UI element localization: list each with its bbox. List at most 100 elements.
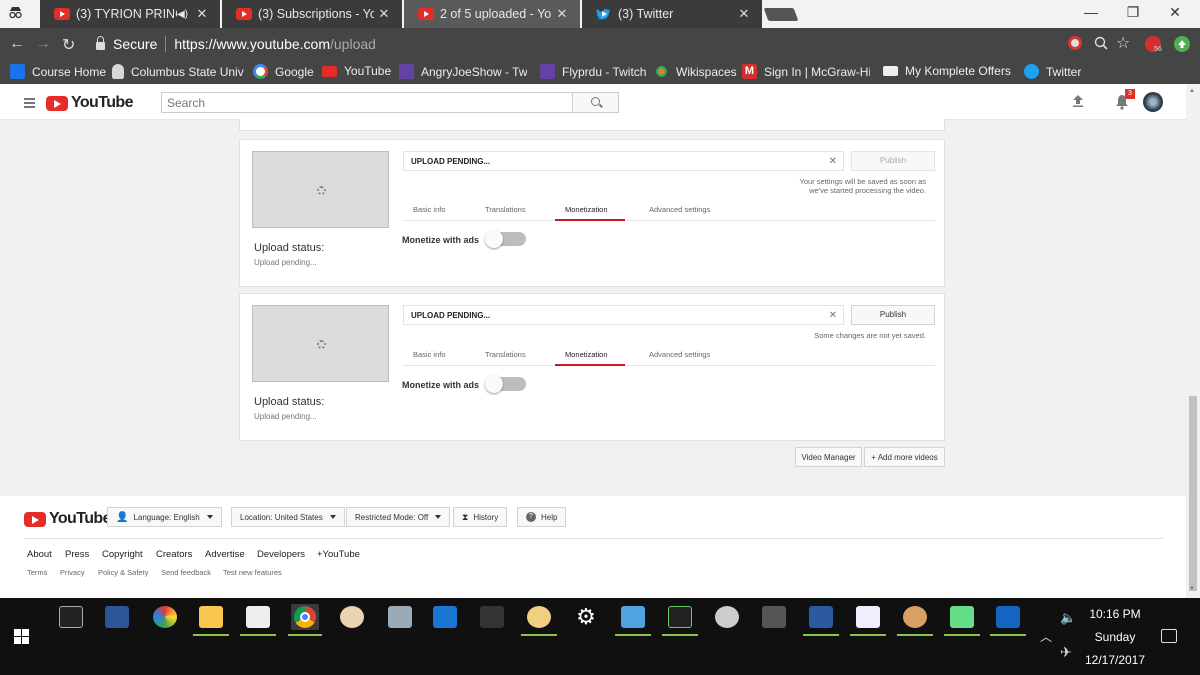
youtube-logo[interactable]: YouTube bbox=[46, 94, 133, 112]
video-title-field[interactable]: UPLOAD PENDING... ✕ bbox=[403, 305, 844, 325]
photos-app-icon[interactable] bbox=[388, 606, 412, 628]
video-title-field[interactable]: UPLOAD PENDING... ✕ bbox=[403, 151, 844, 171]
youtube-logo[interactable]: YouTube bbox=[24, 510, 111, 528]
bookmark-angryjoeshow[interactable]: AngryJoeShow - Twit bbox=[399, 64, 527, 79]
clock-app-icon[interactable] bbox=[527, 606, 551, 628]
help-button[interactable]: ? Help bbox=[517, 507, 567, 527]
zoom-icon[interactable] bbox=[1094, 36, 1110, 52]
menu-icon[interactable] bbox=[24, 98, 35, 110]
publish-button[interactable]: Publish bbox=[851, 305, 935, 325]
footer-link-developers[interactable]: Developers bbox=[257, 549, 305, 560]
bookmark-star-icon[interactable]: ☆ bbox=[1116, 33, 1132, 52]
avatar[interactable] bbox=[1143, 92, 1163, 112]
bookmark-course-home[interactable]: Course Home bbox=[10, 64, 106, 79]
close-tab-icon[interactable]: ✕ bbox=[552, 6, 572, 22]
monitor-app-icon[interactable] bbox=[621, 606, 645, 628]
restore-icon[interactable]: ❐ bbox=[1122, 4, 1144, 21]
tab-translations[interactable]: Translations bbox=[485, 350, 526, 359]
bookmark-youtube[interactable]: YouTube bbox=[322, 64, 391, 78]
bookmark-columbus-state[interactable]: Columbus State Univ bbox=[112, 64, 244, 79]
cancel-upload-icon[interactable]: ✕ bbox=[829, 156, 837, 167]
bookmark-twitter[interactable]: Twitter bbox=[1024, 64, 1081, 79]
tab-translations[interactable]: Translations bbox=[485, 205, 526, 214]
browser-tab-1[interactable]: (3) TYRION PRINCE O ◀) ✕ bbox=[40, 0, 220, 28]
close-tab-icon[interactable]: ✕ bbox=[374, 6, 394, 22]
footer-link-plus-youtube[interactable]: +YouTube bbox=[317, 549, 360, 560]
reload-icon[interactable]: ↻ bbox=[62, 35, 75, 55]
calculator-icon[interactable] bbox=[246, 606, 270, 628]
pinwheel-app-icon[interactable] bbox=[153, 606, 177, 628]
bookmark-komplete[interactable]: My Komplete Offers bbox=[883, 64, 1011, 78]
tab-advanced-settings[interactable]: Advanced settings bbox=[649, 350, 710, 359]
bookmark-mcgraw-hill[interactable]: M Sign In | McGraw-Hill bbox=[742, 64, 870, 79]
footer-link-press[interactable]: Press bbox=[65, 549, 89, 560]
add-more-videos-button[interactable]: + Add more videos bbox=[864, 447, 945, 467]
footer-link-creators[interactable]: Creators bbox=[156, 549, 192, 560]
history-button[interactable]: ⧗ History bbox=[453, 507, 508, 527]
chevron-up-icon[interactable]: ︿ bbox=[1040, 628, 1052, 645]
minimize-icon[interactable]: — bbox=[1080, 4, 1102, 20]
footer-link-terms[interactable]: Terms bbox=[27, 568, 47, 577]
forward-icon[interactable]: → bbox=[35, 35, 51, 53]
browser-tab-2[interactable]: (3) Subscriptions - YouTu ✕ bbox=[222, 0, 402, 28]
tab-advanced-settings[interactable]: Advanced settings bbox=[649, 205, 710, 214]
snip-tool-icon[interactable] bbox=[715, 606, 739, 628]
footer-link-about[interactable]: About bbox=[27, 549, 52, 560]
word-icon[interactable] bbox=[105, 606, 129, 628]
action-center-icon[interactable] bbox=[1161, 629, 1177, 643]
x-app-icon[interactable] bbox=[762, 606, 786, 628]
language-selector[interactable]: 👤 Language: English bbox=[107, 507, 222, 527]
paint-palette-icon[interactable] bbox=[903, 606, 927, 628]
compass-app-icon[interactable] bbox=[340, 606, 364, 628]
upload-icon[interactable] bbox=[1071, 94, 1085, 113]
search-button[interactable] bbox=[572, 92, 619, 113]
store-app-icon[interactable] bbox=[480, 606, 504, 628]
close-tab-icon[interactable]: ✕ bbox=[734, 6, 754, 22]
defender-shield-icon[interactable] bbox=[433, 606, 457, 628]
footer-link-privacy[interactable]: Privacy bbox=[60, 568, 85, 577]
back-icon[interactable]: ← bbox=[9, 35, 25, 53]
update-icon[interactable] bbox=[1174, 36, 1190, 52]
clock-date[interactable]: 12/17/2017 bbox=[1080, 653, 1150, 667]
bookmark-flyprdu[interactable]: Flyprdu - Twitch bbox=[540, 64, 646, 79]
new-tab-button[interactable] bbox=[763, 8, 799, 21]
publish-button[interactable]: Publish bbox=[851, 151, 935, 171]
audio-app-icon[interactable] bbox=[668, 606, 692, 628]
volume-icon[interactable]: 🔈 bbox=[1060, 610, 1076, 626]
cancel-upload-icon[interactable]: ✕ bbox=[829, 310, 837, 321]
browser-tab-4[interactable]: (3) Twitter ✕ bbox=[582, 0, 762, 28]
remote-desktop-icon[interactable] bbox=[809, 606, 833, 628]
page-scrollbar[interactable]: ▲ ▼ bbox=[1186, 84, 1200, 598]
tab-monetization[interactable]: Monetization bbox=[565, 350, 608, 359]
monetize-toggle[interactable] bbox=[485, 230, 526, 248]
airplane-mode-icon[interactable]: ✈ bbox=[1060, 644, 1072, 661]
location-selector[interactable]: Location: United States bbox=[231, 507, 345, 527]
restricted-mode-selector[interactable]: Restricted Mode: Off bbox=[346, 507, 451, 527]
footer-link-copyright[interactable]: Copyright bbox=[102, 549, 143, 560]
file-explorer-icon[interactable] bbox=[199, 606, 223, 628]
minecraft-icon[interactable] bbox=[950, 606, 974, 628]
footer-link-send-feedback[interactable]: Send feedback bbox=[161, 568, 211, 577]
bookmark-google[interactable]: Google bbox=[253, 64, 314, 79]
tab-monetization[interactable]: Monetization bbox=[565, 205, 608, 214]
browser-tab-3[interactable]: 2 of 5 uploaded - YouTub ✕ bbox=[404, 0, 580, 28]
scroll-up-icon[interactable]: ▲ bbox=[1189, 88, 1195, 94]
terminal-icon[interactable] bbox=[59, 606, 83, 628]
settings-gear-icon[interactable]: ⚙ bbox=[574, 606, 598, 628]
block-extension-icon[interactable] bbox=[1068, 36, 1082, 50]
clock-time[interactable]: 10:16 PM bbox=[1085, 607, 1145, 621]
footer-link-advertise[interactable]: Advertise bbox=[205, 549, 245, 560]
windows-start-icon[interactable] bbox=[14, 629, 29, 644]
chrome-active-slot[interactable] bbox=[291, 604, 319, 630]
close-window-icon[interactable]: ✕ bbox=[1164, 4, 1186, 21]
footer-link-test-new-features[interactable]: Test new features bbox=[223, 568, 282, 577]
footer-link-policy-safety[interactable]: Policy & Safety bbox=[98, 568, 148, 577]
video-manager-button[interactable]: Video Manager bbox=[795, 447, 862, 467]
tab-basic-info[interactable]: Basic info bbox=[413, 205, 446, 214]
video-call-icon[interactable] bbox=[996, 606, 1020, 628]
clock-day[interactable]: Sunday bbox=[1085, 630, 1145, 644]
scrollbar-thumb[interactable] bbox=[1189, 396, 1197, 591]
search-input[interactable]: Search bbox=[161, 92, 573, 113]
bookmark-wikispaces[interactable]: Wikispaces bbox=[654, 64, 737, 79]
close-tab-icon[interactable]: ✕ bbox=[192, 6, 212, 22]
